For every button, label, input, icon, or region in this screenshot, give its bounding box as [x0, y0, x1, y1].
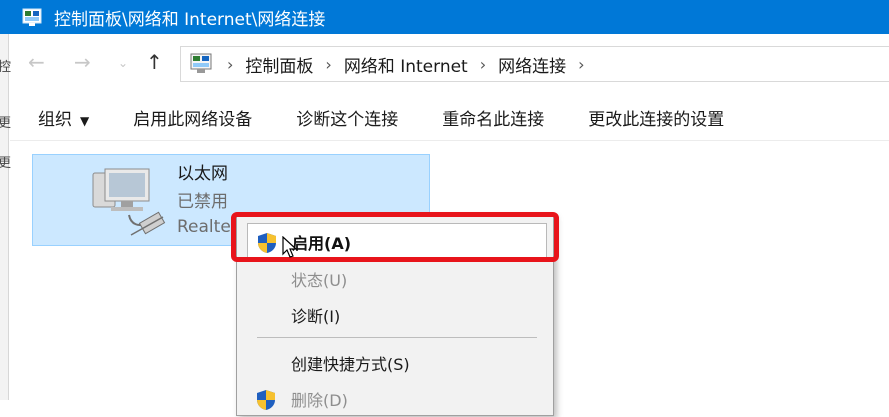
arrow-up-icon[interactable]: ↑ — [146, 50, 163, 74]
menu-item-create-shortcut[interactable]: 创建快捷方式(S) — [237, 345, 553, 381]
diagnose-button[interactable]: 诊断这个连接 — [296, 105, 398, 130]
control-panel-icon — [22, 7, 42, 27]
ethernet-adapter-icon — [91, 165, 171, 241]
breadcrumb-separator[interactable]: › — [227, 55, 233, 74]
command-bar: 组织 ▼ 启用此网络设备 诊断这个连接 重命名此连接 更改此连接的设置 — [10, 94, 889, 141]
arrow-left-icon[interactable]: ← — [28, 50, 45, 74]
chevron-down-icon[interactable]: ⌄ — [118, 56, 128, 70]
menu-item-label: 状态(U) — [291, 271, 348, 290]
rename-button[interactable]: 重命名此连接 — [442, 105, 544, 130]
parent-window-edge: 控 更 更 — [0, 34, 12, 400]
menu-item-label: 诊断(I) — [291, 307, 341, 326]
uac-shield-icon — [255, 389, 277, 411]
menu-item-label: 创建快捷方式(S) — [291, 355, 410, 374]
title-bar[interactable]: 控制面板\网络和 Internet\网络连接 — [0, 0, 889, 34]
navigation-bar: ← → ⌄ ↑ › 控制面板 › 网络和 Internet › 网络连接 › — [10, 40, 889, 86]
enable-device-button[interactable]: 启用此网络设备 — [133, 105, 252, 130]
breadcrumb-separator[interactable]: › — [578, 55, 584, 74]
menu-item-status[interactable]: 状态(U) — [237, 261, 553, 297]
breadcrumb-network-connections[interactable]: 网络连接 — [498, 52, 566, 77]
address-bar[interactable]: › 控制面板 › 网络和 Internet › 网络连接 › — [180, 46, 889, 82]
highlight-annotation-box — [231, 212, 559, 262]
breadcrumb-control-panel[interactable]: 控制面板 — [245, 52, 313, 77]
arrow-right-icon[interactable]: → — [74, 50, 91, 74]
mouse-cursor-icon — [282, 235, 298, 260]
breadcrumb-separator[interactable]: › — [325, 55, 331, 74]
organize-button[interactable]: 组织 ▼ — [38, 105, 89, 130]
connection-status: 已禁用 — [177, 192, 228, 212]
connection-name: 以太网 — [177, 164, 228, 184]
control-panel-icon — [189, 52, 215, 76]
breadcrumb-network-internet[interactable]: 网络和 Internet — [344, 52, 468, 77]
breadcrumb-separator[interactable]: › — [480, 55, 486, 74]
change-settings-button[interactable]: 更改此连接的设置 — [588, 105, 724, 130]
caret-down-icon: ▼ — [80, 113, 90, 128]
menu-separator — [257, 337, 537, 338]
menu-item-label: 删除(D) — [291, 391, 348, 410]
organize-label: 组织 — [38, 109, 72, 130]
menu-item-diagnose[interactable]: 诊断(I) — [237, 297, 553, 333]
parent-edge-fragment: 更 — [0, 156, 12, 171]
window-title: 控制面板\网络和 Internet\网络连接 — [54, 9, 326, 30]
menu-item-delete[interactable]: 删除(D) — [237, 381, 553, 417]
connection-adapter: Realte — [177, 217, 231, 237]
